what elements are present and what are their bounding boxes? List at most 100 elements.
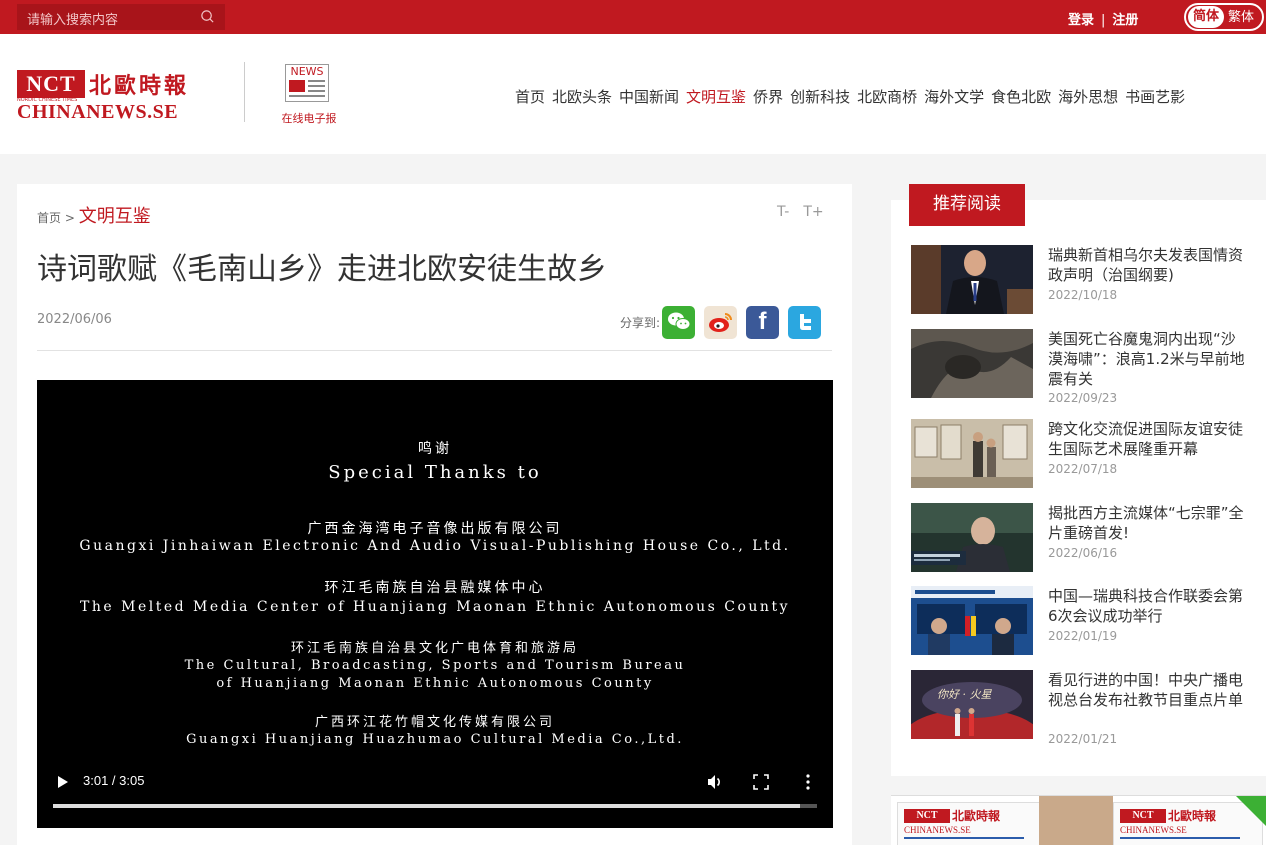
- paper-logo-mark: NCT: [904, 809, 950, 823]
- article-thumbnail: [911, 245, 1033, 314]
- nav-item[interactable]: 北欧商桥: [857, 86, 917, 107]
- video-controls: 3:01 / 3:05: [37, 766, 833, 828]
- video-progress-bar[interactable]: [53, 804, 817, 808]
- logo-english: CHINANEWS.SE: [17, 101, 179, 123]
- twitter-share-icon[interactable]: [788, 305, 822, 339]
- recommended-title[interactable]: 瑞典新首相乌尔夫发表国情资政声明（治国纲要): [1048, 245, 1248, 285]
- recommended-date: 2022/01/19: [1048, 629, 1118, 643]
- paper-logo-english: CHINANEWS.SE: [904, 825, 971, 835]
- separator: |: [1101, 13, 1106, 28]
- recommended-date: 2022/07/18: [1048, 462, 1118, 476]
- paper-logo-chinese: 北歐時報: [952, 809, 1001, 823]
- language-toggle[interactable]: 简体 繁体: [1184, 3, 1264, 31]
- top-bar: 请输入搜索内容 登录 | 注册 简体 繁体: [0, 0, 1266, 34]
- nav-item[interactable]: 书画艺影: [1125, 86, 1185, 107]
- logo-mark: NCT: [17, 70, 85, 98]
- logo-chinese: 北歐時報: [89, 73, 190, 99]
- epaper-button[interactable]: NEWS 在线电子报: [277, 64, 341, 126]
- article-card: 首页 > 文明互鉴 T- T+ 诗词歌赋《毛南山乡》走进北欧安徒生故乡 2022/…: [17, 184, 852, 845]
- main-nav: 首页 北欧头条 中国新闻 文明互鉴 侨界 创新科技 北欧商桥 海外文学 食色北欧…: [515, 86, 1192, 107]
- recommended-date: 2022/01/21: [1048, 732, 1118, 746]
- paper-rule: [1120, 837, 1240, 839]
- newspaper-lines-icon: [289, 80, 325, 97]
- breadcrumb-home[interactable]: 首页: [37, 211, 61, 225]
- recommended-date: 2022/06/16: [1048, 546, 1118, 560]
- recommended-title[interactable]: 揭批西方主流媒体“七宗罪”全片重磅首发!: [1048, 503, 1248, 543]
- recommended-item[interactable]: 瑞典新首相乌尔夫发表国情资政声明（治国纲要) 2022/10/18: [911, 245, 1256, 325]
- svg-text:你好 · 火星: 你好 · 火星: [937, 688, 992, 701]
- article-date: 2022/06/06: [37, 312, 112, 327]
- article-title: 诗词歌赋《毛南山乡》走进北欧安徒生故乡: [37, 252, 607, 287]
- recommended-title[interactable]: 跨文化交流促进国际友谊安徒生国际艺术展隆重开幕: [1048, 419, 1248, 459]
- paper-logo-mark: NCT: [1120, 809, 1166, 823]
- font-larger-button[interactable]: T+: [803, 204, 823, 220]
- newspaper-thumbnail[interactable]: NCT 北歐時報 CHINANEWS.SE: [897, 802, 1047, 845]
- recommended-tab[interactable]: 推荐阅读: [909, 184, 1025, 226]
- recommended-item[interactable]: 跨文化交流促进国际友谊安徒生国际艺术展隆重开幕 2022/07/18: [911, 419, 1256, 499]
- nav-item[interactable]: 食色北欧: [991, 86, 1051, 107]
- video-progress-fill: [53, 804, 801, 808]
- more-options-icon[interactable]: [803, 773, 813, 791]
- epaper-preview[interactable]: NCT 北歐時報 CHINANEWS.SE NCT 北歐時報 CHINANEWS…: [891, 795, 1266, 845]
- video-credit-line: 环江毛南族自治县融媒体中心: [324, 580, 546, 596]
- fullscreen-icon[interactable]: [753, 774, 769, 790]
- search-box[interactable]: 请输入搜索内容: [17, 4, 225, 30]
- divider: [37, 350, 832, 351]
- search-icon[interactable]: [200, 9, 215, 24]
- nav-item[interactable]: 海外思想: [1058, 86, 1118, 107]
- video-credit-line: The Cultural, Broadcasting, Sports and T…: [184, 658, 686, 673]
- paper-middle-strip: [1039, 796, 1113, 845]
- epaper-label: 在线电子报: [281, 112, 337, 125]
- share-label: 分享到:: [620, 315, 661, 330]
- nav-item[interactable]: 海外文学: [924, 86, 984, 107]
- account-links: 登录 | 注册: [1068, 9, 1138, 28]
- wechat-share-icon[interactable]: [662, 305, 696, 339]
- breadcrumb-current[interactable]: 文明互鉴: [79, 206, 151, 227]
- video-credit-line: 广西环江花竹帽文化传媒有限公司: [314, 715, 555, 730]
- breadcrumb-separator: >: [64, 211, 75, 225]
- nav-item[interactable]: 首页: [515, 86, 545, 107]
- recommended-item[interactable]: 美国死亡谷魔鬼洞内出现“沙漠海啸”：浪高1.2米与早前地震有关 2022/09/…: [911, 329, 1256, 409]
- nav-item[interactable]: 中国新闻: [619, 86, 679, 107]
- play-icon[interactable]: [57, 776, 69, 788]
- nav-item-active[interactable]: 文明互鉴: [686, 86, 746, 107]
- video-credit-line: 广西金海湾电子音像出版有限公司: [307, 521, 563, 537]
- facebook-share-icon[interactable]: f: [746, 305, 780, 339]
- lang-traditional-button[interactable]: 繁体: [1228, 7, 1254, 29]
- search-input[interactable]: 请输入搜索内容: [27, 9, 118, 28]
- video-credit-line: 环江毛南族自治县文化广电体育和旅游局: [290, 641, 579, 656]
- newspaper-icon: NEWS: [285, 64, 329, 102]
- recommended-title[interactable]: 看见行进的中国！中央广播电视总台发布社教节目重点片单: [1048, 670, 1248, 710]
- nav-item[interactable]: 创新科技: [790, 86, 850, 107]
- article-thumbnail: [911, 503, 1033, 572]
- newspaper-icon-label: NEWS: [290, 65, 324, 78]
- header-divider: [244, 62, 245, 122]
- nav-item[interactable]: 侨界: [753, 86, 783, 107]
- video-credit-line: The Melted Media Center of Huanjiang Mao…: [80, 599, 790, 615]
- video-player[interactable]: 鸣谢 Special Thanks to 广西金海湾电子音像出版有限公司 Gua…: [37, 380, 833, 828]
- weibo-share-icon[interactable]: [704, 305, 738, 339]
- video-time: 3:01 / 3:05: [83, 773, 145, 788]
- video-credit-line: of Huanjiang Maonan Ethnic Autonomous Co…: [216, 676, 654, 691]
- video-credit-line: 鸣谢: [418, 441, 452, 457]
- corner-badge-icon: [1236, 796, 1266, 826]
- register-link[interactable]: 注册: [1112, 13, 1138, 28]
- volume-icon[interactable]: [707, 774, 723, 790]
- recommended-item[interactable]: 揭批西方主流媒体“七宗罪”全片重磅首发! 2022/06/16: [911, 503, 1256, 583]
- nav-item[interactable]: 北欧头条: [552, 86, 612, 107]
- site-logo[interactable]: NCT 北歐時報 NORDIC CHINESE TIMES CHINANEWS.…: [17, 70, 217, 126]
- paper-logo-chinese: 北歐時報: [1168, 809, 1217, 823]
- article-thumbnail: [911, 419, 1033, 488]
- login-link[interactable]: 登录: [1068, 13, 1094, 28]
- recommended-title[interactable]: 中国—瑞典科技合作联委会第6次会议成功举行: [1048, 586, 1248, 626]
- recommended-item[interactable]: 中国—瑞典科技合作联委会第6次会议成功举行 2022/01/19: [911, 586, 1256, 666]
- share-bar: 分享到: f: [620, 305, 822, 339]
- lang-simplified-button[interactable]: 简体: [1188, 6, 1224, 28]
- recommended-date: 2022/10/18: [1048, 288, 1118, 302]
- video-credit-line: Guangxi Jinhaiwan Electronic And Audio V…: [79, 538, 791, 554]
- recommended-item[interactable]: 你好 · 火星 看见行进的中国！中央广播电视总台发布社教节目重点片单 2022/…: [911, 670, 1256, 750]
- font-smaller-button[interactable]: T-: [777, 204, 789, 220]
- font-size-controls: T- T+: [777, 204, 838, 220]
- article-thumbnail: [911, 329, 1033, 398]
- recommended-title[interactable]: 美国死亡谷魔鬼洞内出现“沙漠海啸”：浪高1.2米与早前地震有关: [1048, 329, 1248, 389]
